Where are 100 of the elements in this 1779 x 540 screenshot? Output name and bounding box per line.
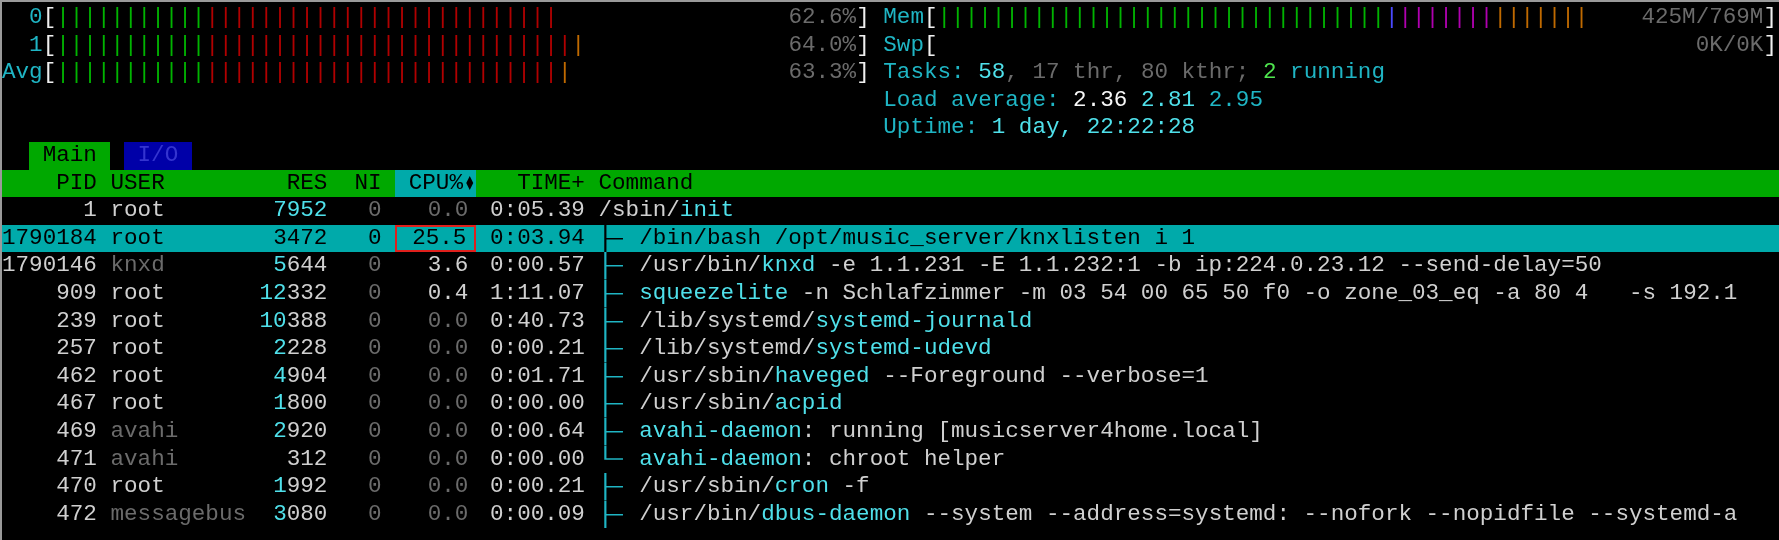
process-row[interactable]: 467 root 1800 0 0.0 0:00.00 /usr/sbin/acpid <box>2 390 1779 418</box>
memory-text: 3 <box>273 224 287 253</box>
command-text: /usr/bin/ <box>639 252 762 280</box>
column-header[interactable]: PID <box>2 169 97 198</box>
memory-text: 2 <box>273 417 287 446</box>
bracket-text: [ <box>923 4 938 32</box>
bracket-text: ] <box>1763 31 1777 60</box>
column-header[interactable]: USER <box>110 169 247 198</box>
column-header[interactable]: Command <box>598 169 1779 198</box>
command-text: squeezelite <box>639 279 789 308</box>
memory-text: 5 <box>273 252 287 280</box>
info-text: 2.95 <box>1208 86 1263 115</box>
command-text: -n Schlafzimmer -m 03 54 00 65 50 f0 -o zone_03_eq -a 80 4 -s 192.1 <box>800 279 1738 308</box>
tree-branch-icon <box>603 473 623 501</box>
user-cell-text: avahi <box>110 445 180 474</box>
meter-bars: ||||||||||| <box>56 59 206 87</box>
user-cell-text: root <box>110 362 166 391</box>
command-text: /usr/sbin/ <box>639 362 775 391</box>
user-cell-text: root <box>110 335 166 363</box>
process-row[interactable]: 1 root 7952 0 0.0 0:05.39 /sbin/init <box>2 197 1779 225</box>
memory-text: 080 <box>286 500 328 529</box>
user-cell-text: root <box>110 279 166 308</box>
memory-text: 992 <box>286 473 328 501</box>
info-text: 1 day, 22:22:28 <box>991 114 1196 142</box>
column-header[interactable]: CPU% <box>395 169 477 198</box>
info-text: 58 <box>978 59 1006 87</box>
command-text: : chroot helper <box>801 445 1006 474</box>
process-row[interactable]: 239 root 10388 0 0.0 0:40.73 /lib/systemd/systemd-journald <box>2 307 1779 336</box>
tree-branch-icon <box>603 362 623 391</box>
cpu-cell-text: 3.6 <box>426 252 470 280</box>
memory-text: 3 <box>273 500 287 529</box>
process-row[interactable]: 257 root 2228 0 0.0 0:00.21 /lib/systemd/systemd-udevd <box>2 335 1779 363</box>
info-text: 2.81 <box>1140 86 1197 115</box>
bracket-text: ] <box>1763 4 1777 32</box>
column-header[interactable]: RES <box>246 169 328 198</box>
tree-branch-icon <box>603 500 623 529</box>
meter-value: 62.6% <box>788 4 857 32</box>
command-text: haveged <box>774 362 870 391</box>
command-text: --Foreground --verbose=1 <box>882 362 1209 391</box>
time-cell-text: 0:00.21 <box>489 335 585 363</box>
cpu-cell-text: 0.0 <box>426 500 470 529</box>
process-row[interactable]: 462 root 4904 0 0.0 0:01.71 /usr/sbin/haveged --Foreground --verbose=1 <box>2 362 1779 391</box>
process-row[interactable]: 1790146 knxd 5644 0 3.6 0:00.57 /usr/bin/knxd -e 1.1.231 -E 1.1.232:1 -b ip:224.0.23.12 --send-delay=50 <box>2 252 1779 280</box>
meter-value: 64.0% <box>788 31 857 60</box>
process-row[interactable]: 1790184 root 3472 0 25.5 0:03.94 /bin/bash /opt/music_server/knxlisten i 1 <box>2 224 1779 253</box>
cpu-cell-text: 0.0 <box>426 362 470 391</box>
cpu-cell-text: 0.0 <box>426 445 470 474</box>
command-text: /usr/sbin/ <box>639 473 775 501</box>
meter-bars: | <box>571 31 586 60</box>
info-text: , 17 thr, 80 kthr; <box>1005 59 1251 87</box>
info-text: 2 <box>1262 59 1277 87</box>
bracket-text: [ <box>42 31 57 60</box>
pid-cell-text: 1 <box>82 197 97 225</box>
command-text: /bin/bash /opt/music_server/knxlisten i 1 <box>639 224 1196 253</box>
memory-text: 1 <box>273 390 287 418</box>
time-cell-text: 0:00.21 <box>489 473 585 501</box>
cpu-cell-text: 0.0 <box>426 307 470 336</box>
nice-cell-text: 0 <box>367 197 382 225</box>
column-header[interactable]: NI <box>327 169 382 198</box>
nice-cell-text: 0 <box>367 279 382 308</box>
meter-value: 0K/0K <box>1695 31 1764 60</box>
pid-cell-text: 257 <box>55 335 97 363</box>
process-row[interactable]: 471 avahi 312 0 0.0 0:00.00 avahi-daemon: chroot helper <box>2 445 1779 474</box>
bracket-text: ] <box>856 4 870 32</box>
nice-cell-text: 0 <box>367 500 382 529</box>
command-text: -e 1.1.231 -E 1.1.232:1 -b ip:224.0.23.12 --send-delay=50 <box>827 252 1602 280</box>
time-cell-text: 0:05.39 <box>489 197 585 225</box>
sort-icon <box>464 175 475 192</box>
time-cell-text: 0:00.00 <box>489 390 585 418</box>
tab[interactable]: Main <box>29 141 111 170</box>
command-text: dbus-daemon <box>761 500 911 529</box>
info-text: Load average: <box>883 86 1061 115</box>
memory-text: 800 <box>286 390 328 418</box>
command-text: /lib/systemd/ <box>639 307 816 336</box>
user-cell: messagebus <box>110 500 247 529</box>
meter-label: Avg <box>2 59 43 87</box>
memory-text: 644 <box>286 252 328 280</box>
time-cell-text: 1:11.07 <box>489 279 585 308</box>
user-cell-text: knxd <box>110 252 166 280</box>
meter-bars: |||||||||||||||||||||||||| <box>205 4 558 32</box>
meter-label: 1 <box>28 31 43 60</box>
pid-cell: 1790146 <box>2 252 97 280</box>
command-text: systemd-journald <box>815 307 1033 336</box>
process-row[interactable]: 469 avahi 2920 0 0.0 0:00.64 avahi-daemon: running [musicserver4home.local] <box>2 417 1779 446</box>
command-text: acpid <box>774 390 843 418</box>
time-cell-text: 0:00.09 <box>489 500 585 529</box>
pid-cell-text: 462 <box>55 362 97 391</box>
column-header[interactable]: TIME+ <box>476 169 585 198</box>
command-text: /sbin/ <box>598 197 680 225</box>
time-cell-text: 0:03.94 <box>489 224 585 253</box>
memory-text: 388 <box>286 307 328 336</box>
process-row[interactable]: 909 root 12332 0 0.4 1:11.07 squeezelite -n Schlafzimmer -m 03 54 00 65 50 f0 -o zone_03_eq -a 80 4 -s 192.1 <box>2 279 1779 308</box>
pid-cell-text: 469 <box>55 417 97 446</box>
meter-bars: ||||||||||| <box>56 31 206 60</box>
process-row[interactable]: 472 messagebus 3080 0 0.0 0:00.09 /usr/bin/dbus-daemon --system --address=systemd: --nofork --nopidfile --systemd-a <box>2 500 1779 529</box>
cpu-cell-text: 0.0 <box>426 417 470 446</box>
meter-label: 0 <box>28 4 43 32</box>
user-cell-text: root <box>110 307 166 336</box>
process-row[interactable]: 470 root 1992 0 0.0 0:00.21 /usr/sbin/cron -f <box>2 473 1779 501</box>
tree-branch-icon <box>603 252 623 280</box>
